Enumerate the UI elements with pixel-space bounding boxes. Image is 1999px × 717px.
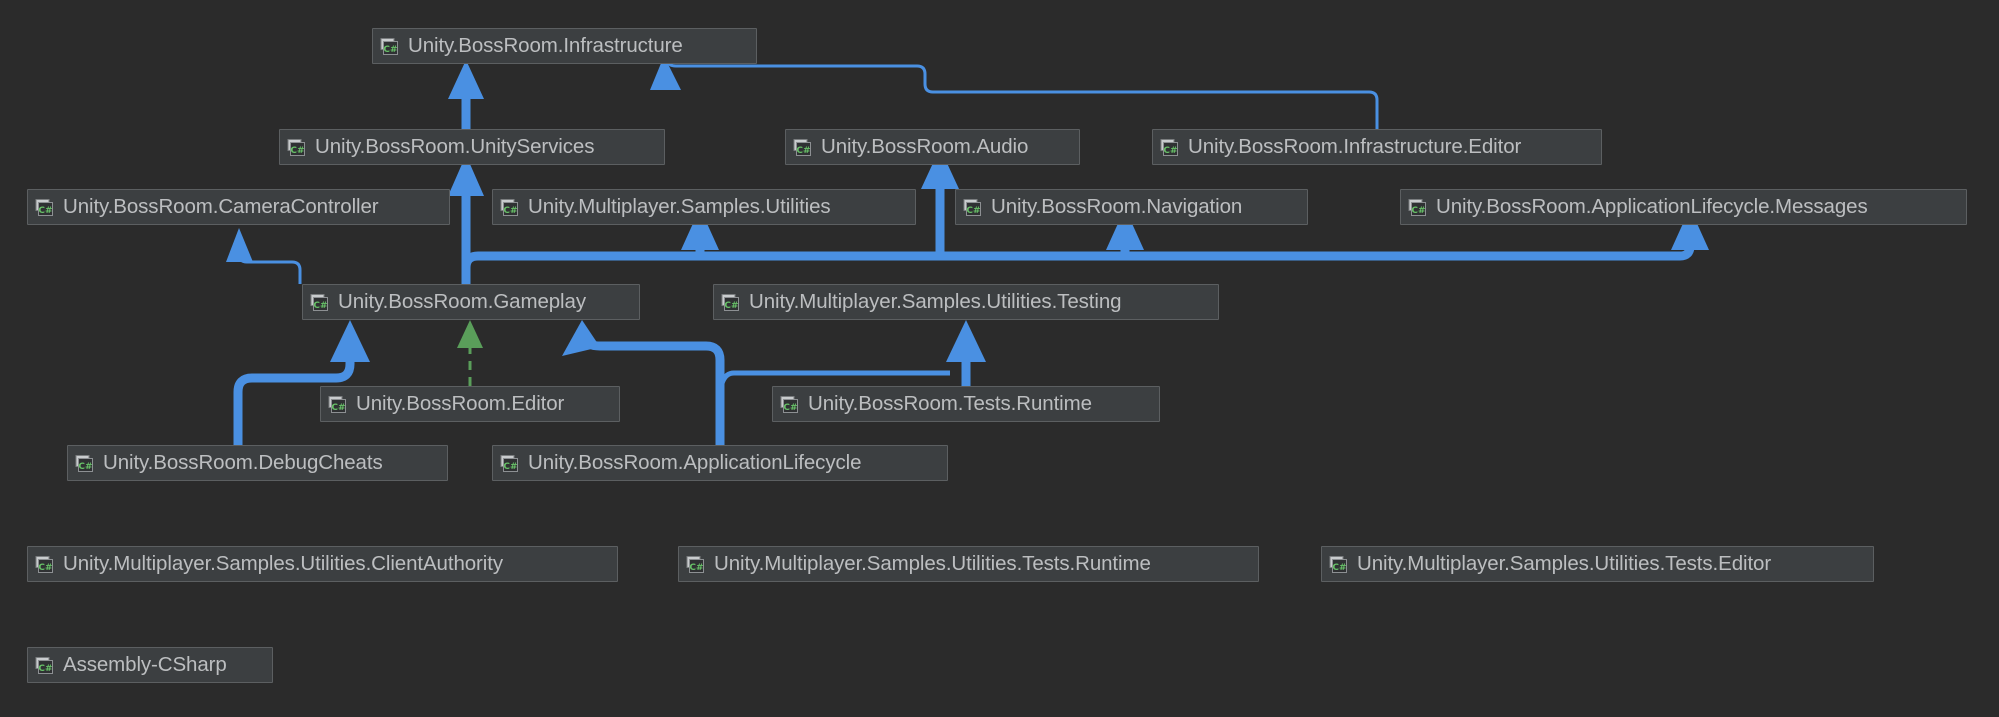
assembly-node-label: Unity.Multiplayer.Samples.Utilities.Clie…: [63, 546, 503, 582]
svg-text:C#: C#: [503, 462, 517, 472]
assembly-node-label: Unity.BossRoom.Infrastructure.Editor: [1188, 129, 1521, 165]
assembly-node-label: Unity.BossRoom.CameraController: [63, 189, 379, 225]
assembly-node-label: Unity.BossRoom.Navigation: [991, 189, 1242, 225]
csharp-assembly-icon: C#: [686, 555, 705, 574]
svg-text:C#: C#: [38, 206, 52, 216]
assembly-node-applicationlifecycle[interactable]: C# Unity.BossRoom.ApplicationLifecycle: [492, 445, 948, 481]
svg-text:C#: C#: [724, 301, 738, 311]
assembly-node-label: Unity.BossRoom.UnityServices: [315, 129, 594, 165]
svg-text:C#: C#: [1332, 563, 1346, 573]
assembly-node-label: Unity.BossRoom.ApplicationLifecycle.Mess…: [1436, 189, 1868, 225]
assembly-node-tests-runtime[interactable]: C# Unity.BossRoom.Tests.Runtime: [772, 386, 1160, 422]
assembly-node-infrastructure[interactable]: C# Unity.BossRoom.Infrastructure: [372, 28, 757, 64]
assembly-node-gameplay[interactable]: C# Unity.BossRoom.Gameplay: [302, 284, 640, 320]
assembly-node-assembly-csharp[interactable]: C# Assembly-CSharp: [27, 647, 273, 683]
assembly-node-editor[interactable]: C# Unity.BossRoom.Editor: [320, 386, 620, 422]
csharp-assembly-icon: C#: [1408, 198, 1427, 217]
csharp-assembly-icon: C#: [963, 198, 982, 217]
csharp-assembly-icon: C#: [380, 37, 399, 56]
edge-applicationlifecycle-to-gameplay: [562, 320, 720, 445]
assembly-dependency-graph[interactable]: C# Unity.BossRoom.Infrastructure C# Unity.B…: [0, 0, 1999, 717]
assembly-node-utilities-tests-editor[interactable]: C# Unity.Multiplayer.Samples.Utilities.Te…: [1321, 546, 1874, 582]
assembly-node-label: Unity.BossRoom.Gameplay: [338, 284, 586, 320]
assembly-node-applicationlifecycle-msgs[interactable]: C# Unity.BossRoom.ApplicationLifecycle.Me…: [1400, 189, 1967, 225]
csharp-assembly-icon: C#: [1329, 555, 1348, 574]
edge-tests-runtime-to-utilities-testing: [946, 320, 986, 386]
svg-text:C#: C#: [78, 462, 92, 472]
assembly-node-label: Unity.BossRoom.ApplicationLifecycle: [528, 445, 861, 481]
assembly-node-label: Unity.Multiplayer.Samples.Utilities.Test…: [749, 284, 1121, 320]
assembly-node-navigation[interactable]: C# Unity.BossRoom.Navigation: [955, 189, 1308, 225]
csharp-assembly-icon: C#: [721, 293, 740, 312]
svg-text:C#: C#: [796, 146, 810, 156]
svg-text:C#: C#: [331, 403, 345, 413]
edge-debugcheats-to-cameracontroller: [226, 228, 300, 284]
assembly-node-debugcheats[interactable]: C# Unity.BossRoom.DebugCheats: [67, 445, 448, 481]
assembly-node-label: Unity.BossRoom.Infrastructure: [408, 28, 683, 64]
csharp-assembly-icon: C#: [328, 395, 347, 414]
assembly-node-label: Unity.BossRoom.DebugCheats: [103, 445, 383, 481]
assembly-node-label: Unity.BossRoom.Tests.Runtime: [808, 386, 1092, 422]
csharp-assembly-icon: C#: [35, 555, 54, 574]
svg-text:C#: C#: [783, 403, 797, 413]
assembly-node-label: Unity.Multiplayer.Samples.Utilities.Test…: [714, 546, 1151, 582]
assembly-node-utilities-tests-runtime[interactable]: C# Unity.Multiplayer.Samples.Utilities.Te…: [678, 546, 1259, 582]
csharp-assembly-icon: C#: [500, 454, 519, 473]
svg-text:C#: C#: [290, 146, 304, 156]
csharp-assembly-icon: C#: [500, 198, 519, 217]
svg-text:C#: C#: [38, 563, 52, 573]
svg-text:C#: C#: [689, 563, 703, 573]
csharp-assembly-icon: C#: [793, 138, 812, 157]
csharp-assembly-icon: C#: [287, 138, 306, 157]
svg-text:C#: C#: [383, 45, 397, 55]
svg-text:C#: C#: [38, 664, 52, 674]
edge-infrastructure-editor-to-infrastructure: [650, 52, 1377, 129]
svg-text:C#: C#: [1163, 146, 1177, 156]
assembly-node-infrastructure-editor[interactable]: C# Unity.BossRoom.Infrastructure.Editor: [1152, 129, 1602, 165]
csharp-assembly-icon: C#: [310, 293, 329, 312]
assembly-node-label: Assembly-CSharp: [63, 647, 227, 683]
assembly-node-samples-utilities-testing[interactable]: C# Unity.Multiplayer.Samples.Utilities.Te…: [713, 284, 1219, 320]
csharp-assembly-icon: C#: [35, 656, 54, 675]
svg-text:C#: C#: [1411, 206, 1425, 216]
csharp-assembly-icon: C#: [75, 454, 94, 473]
assembly-node-label: Unity.Multiplayer.Samples.Utilities.Test…: [1357, 546, 1771, 582]
assembly-node-label: Unity.BossRoom.Editor: [356, 386, 564, 422]
svg-text:C#: C#: [966, 206, 980, 216]
assembly-node-clientauthority[interactable]: C# Unity.Multiplayer.Samples.Utilities.Cl…: [27, 546, 618, 582]
edge-gameplay-to-unityservices-to-infrastructure: [448, 60, 484, 284]
edge-debugcheats-to-gameplay: [238, 320, 370, 445]
assembly-node-label: Unity.BossRoom.Audio: [821, 129, 1028, 165]
csharp-assembly-icon: C#: [35, 198, 54, 217]
csharp-assembly-icon: C#: [780, 395, 799, 414]
edge-editor-to-gameplay-dashed: [457, 320, 483, 386]
assembly-node-cameracontroller[interactable]: C# Unity.BossRoom.CameraController: [27, 189, 450, 225]
edge-layer: [0, 0, 1999, 717]
svg-text:C#: C#: [503, 206, 517, 216]
assembly-node-label: Unity.Multiplayer.Samples.Utilities: [528, 189, 831, 225]
csharp-assembly-icon: C#: [1160, 138, 1179, 157]
svg-text:C#: C#: [313, 301, 327, 311]
assembly-node-samples-utilities[interactable]: C# Unity.Multiplayer.Samples.Utilities: [492, 189, 916, 225]
assembly-node-unityservices[interactable]: C# Unity.BossRoom.UnityServices: [279, 129, 665, 165]
assembly-node-audio[interactable]: C# Unity.BossRoom.Audio: [785, 129, 1080, 165]
